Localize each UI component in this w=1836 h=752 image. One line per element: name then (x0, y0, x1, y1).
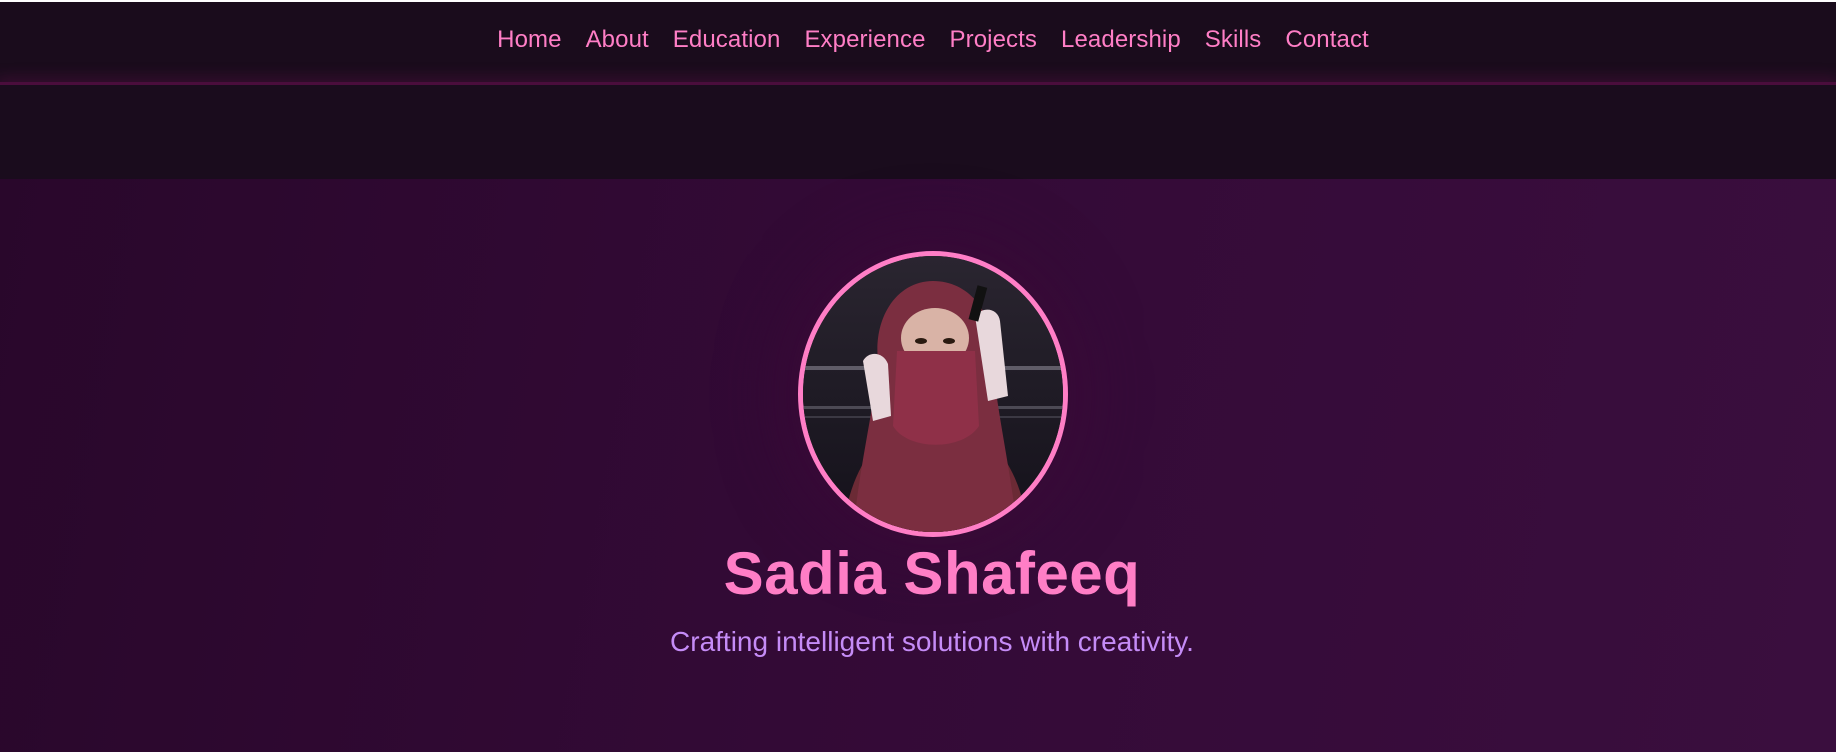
nav-links: Home About Education Experience Projects… (497, 26, 1369, 54)
nav-item-home: Home (497, 26, 561, 54)
nav-link-skills[interactable]: Skills (1205, 26, 1262, 53)
nav-link-projects[interactable]: Projects (950, 26, 1038, 53)
hero-section: Sadia Shafeeq Crafting intelligent solut… (0, 179, 1836, 752)
hero-name: Sadia Shafeeq (723, 540, 1141, 607)
nav-link-contact[interactable]: Contact (1285, 26, 1368, 53)
navbar: Home About Education Experience Projects… (0, 2, 1836, 85)
nav-item-experience: Experience (804, 26, 925, 54)
nav-item-about: About (586, 26, 649, 54)
nav-item-education: Education (673, 26, 781, 54)
profile-photo-image (803, 256, 1063, 532)
nav-link-leadership[interactable]: Leadership (1061, 26, 1181, 53)
nav-item-projects: Projects (950, 26, 1038, 54)
hero-tagline: Crafting intelligent solutions with crea… (670, 626, 1194, 657)
nav-link-education[interactable]: Education (673, 26, 781, 53)
nav-item-skills: Skills (1205, 26, 1262, 54)
header-spacer (0, 85, 1836, 179)
page: Home About Education Experience Projects… (0, 0, 1836, 752)
nav-link-home[interactable]: Home (497, 26, 561, 53)
profile-photo (798, 251, 1068, 537)
nav-item-contact: Contact (1285, 26, 1368, 54)
nav-item-leadership: Leadership (1061, 26, 1181, 54)
nav-link-about[interactable]: About (586, 26, 649, 53)
nav-link-experience[interactable]: Experience (804, 26, 925, 53)
